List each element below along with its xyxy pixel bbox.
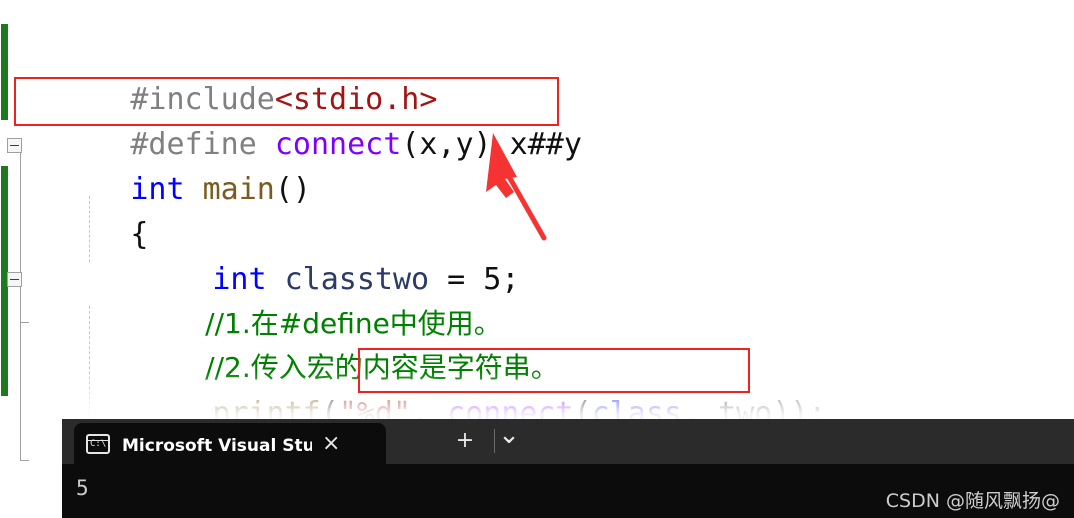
terminal-icon: C:\	[86, 433, 110, 454]
code-line-5[interactable]: int classtwo = 5;	[104, 214, 519, 297]
code-line-8[interactable]: printf("%d", connect(class, two));	[104, 348, 826, 431]
token-function-main: main	[202, 172, 275, 207]
new-tab-button[interactable]: +	[450, 427, 480, 455]
chevron-down-icon[interactable]: ⌄	[494, 421, 524, 449]
console-output-line: 5	[76, 476, 89, 500]
change-bar-top	[1, 24, 8, 120]
code-line-6[interactable]: //1.在#define中使用。	[104, 258, 502, 340]
token-macro-body: (x,y) x##y	[401, 127, 582, 162]
outlining-guide	[20, 140, 21, 460]
console-tab-title: Microsoft Visual Studio 调试控	[122, 436, 312, 456]
code-line-4[interactable]: {	[22, 169, 148, 252]
code-line-7[interactable]: //2.传入宏的内容是字符串。	[104, 302, 559, 384]
outlining-tick	[20, 322, 29, 323]
csdn-watermark: CSDN @随风飘扬@	[885, 490, 1060, 512]
collapse-toggle-comment[interactable]	[7, 272, 22, 287]
code-line-2[interactable]: #define connect(x,y) x##y	[22, 79, 582, 162]
collapse-toggle-main[interactable]	[7, 138, 22, 153]
console-tab[interactable]: C:\ Microsoft Visual Studio 调试控 ×	[74, 423, 386, 464]
token-parens: ()	[274, 172, 311, 207]
code-line-3[interactable]: int main()	[22, 124, 311, 207]
code-line-1[interactable]: #include<stdio.h>	[22, 34, 437, 117]
close-icon[interactable]: ×	[322, 432, 340, 455]
screenshot-root: #include<stdio.h> #define connect(x,y) x…	[0, 0, 1074, 518]
